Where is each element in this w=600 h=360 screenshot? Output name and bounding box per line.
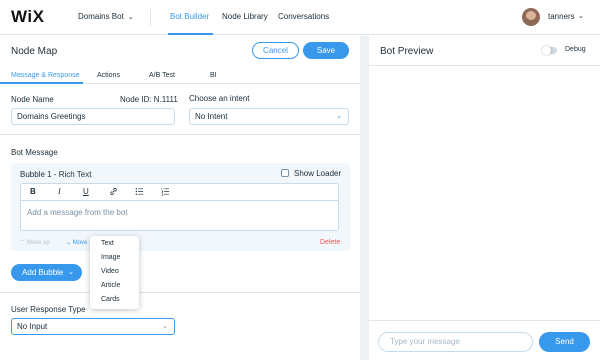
message-editor[interactable]: B I U Add a message from the bot (20, 183, 339, 231)
message-input[interactable]: Type your message (378, 332, 533, 352)
move-down-label: Move (72, 240, 88, 246)
wix-logo[interactable]: WiX (11, 7, 44, 27)
node-name-input[interactable]: Domains Greetings (11, 108, 175, 125)
preview-header-divider (369, 65, 600, 66)
node-name-label: Node Name (11, 95, 54, 104)
bullet-list-icon[interactable] (135, 187, 144, 198)
bot-preview-title: Bot Preview (380, 46, 434, 57)
italic-button[interactable]: I (58, 187, 61, 196)
user-response-select[interactable]: No Input ⌄ (11, 318, 175, 335)
delete-button[interactable]: Delete (320, 239, 340, 246)
header-divider (150, 9, 151, 26)
intent-select-value: No Intent (195, 112, 228, 121)
bold-button[interactable]: B (30, 187, 36, 196)
show-loader-checkbox[interactable] (281, 169, 289, 177)
intent-select[interactable]: No Intent ⌄ (189, 108, 349, 125)
menu-item-image[interactable]: Image (101, 254, 120, 261)
move-up-button[interactable]: ⌃ Move up (20, 239, 50, 246)
nav-node-library[interactable]: Node Library (222, 12, 268, 21)
bot-preview-panel: Bot Preview Debug Type your message Send (369, 36, 600, 360)
menu-item-text[interactable]: Text (101, 240, 114, 247)
bubble-type-menu: Text Image Video Article Cards (90, 236, 139, 309)
user-response-value: No Input (17, 322, 48, 331)
debug-label: Debug (565, 46, 586, 53)
chevron-down-icon[interactable]: ⌄ (578, 12, 584, 20)
node-map-panel: Node Map Cancel Save Message & Response … (0, 36, 360, 360)
section-divider (0, 134, 360, 135)
user-response-label: User Response Type (11, 305, 86, 314)
chevron-down-icon: ⌄ (162, 323, 168, 330)
site-selector-label: Domains Bot (78, 12, 124, 21)
editor-toolbar: B I U (21, 184, 338, 201)
underline-button[interactable]: U (83, 187, 89, 196)
link-icon[interactable] (109, 187, 118, 198)
bot-message-label: Bot Message (11, 148, 58, 157)
chevron-down-icon: ⌄ (66, 240, 73, 246)
chevron-up-icon: ⌃ (20, 240, 27, 246)
menu-item-article[interactable]: Article (101, 282, 120, 289)
nav-conversations[interactable]: Conversations (278, 12, 329, 21)
username[interactable]: tanners (548, 12, 575, 21)
tab-bi[interactable]: BI (210, 72, 217, 79)
preview-footer-divider (369, 320, 600, 321)
add-bubble-button[interactable]: Add Bubble ⌄ (11, 264, 82, 281)
chevron-down-icon: ⌄ (336, 113, 342, 120)
tab-ab-test[interactable]: A/B Test (149, 72, 175, 79)
move-up-label: Move up (26, 240, 50, 246)
tab-actions[interactable]: Actions (97, 72, 120, 79)
avatar[interactable] (522, 8, 540, 26)
top-bar: WiX Domains Bot ⌄ Bot Builder Node Librar… (0, 0, 600, 35)
debug-toggle[interactable] (542, 46, 557, 55)
tab-message-response[interactable]: Message & Response (11, 72, 79, 79)
site-selector[interactable]: Domains Bot ⌄ (78, 12, 134, 21)
bubble-title: Bubble 1 - Rich Text (20, 170, 92, 179)
send-button[interactable]: Send (539, 332, 590, 352)
numbered-list-icon[interactable] (161, 187, 170, 198)
move-down-button[interactable]: ⌄ Move (66, 239, 87, 246)
chevron-down-icon: ⌄ (68, 269, 74, 276)
add-bubble-label: Add Bubble (22, 268, 64, 277)
nav-active-indicator (168, 33, 213, 35)
nav-bot-builder[interactable]: Bot Builder (170, 12, 209, 21)
tab-active-indicator (0, 82, 83, 84)
menu-item-video[interactable]: Video (101, 268, 119, 275)
cancel-button[interactable]: Cancel (252, 42, 299, 59)
chevron-down-icon: ⌄ (127, 14, 134, 21)
save-button[interactable]: Save (303, 42, 349, 59)
node-id: Node ID: N.1111 (120, 95, 178, 104)
menu-item-cards[interactable]: Cards (101, 296, 120, 303)
panel-divider (360, 36, 369, 360)
panel-title: Node Map (11, 46, 58, 57)
section-divider (0, 292, 360, 293)
editor-placeholder: Add a message from the bot (27, 208, 128, 217)
intent-label: Choose an intent (189, 94, 250, 103)
show-loader-label: Show Loader (294, 169, 342, 178)
